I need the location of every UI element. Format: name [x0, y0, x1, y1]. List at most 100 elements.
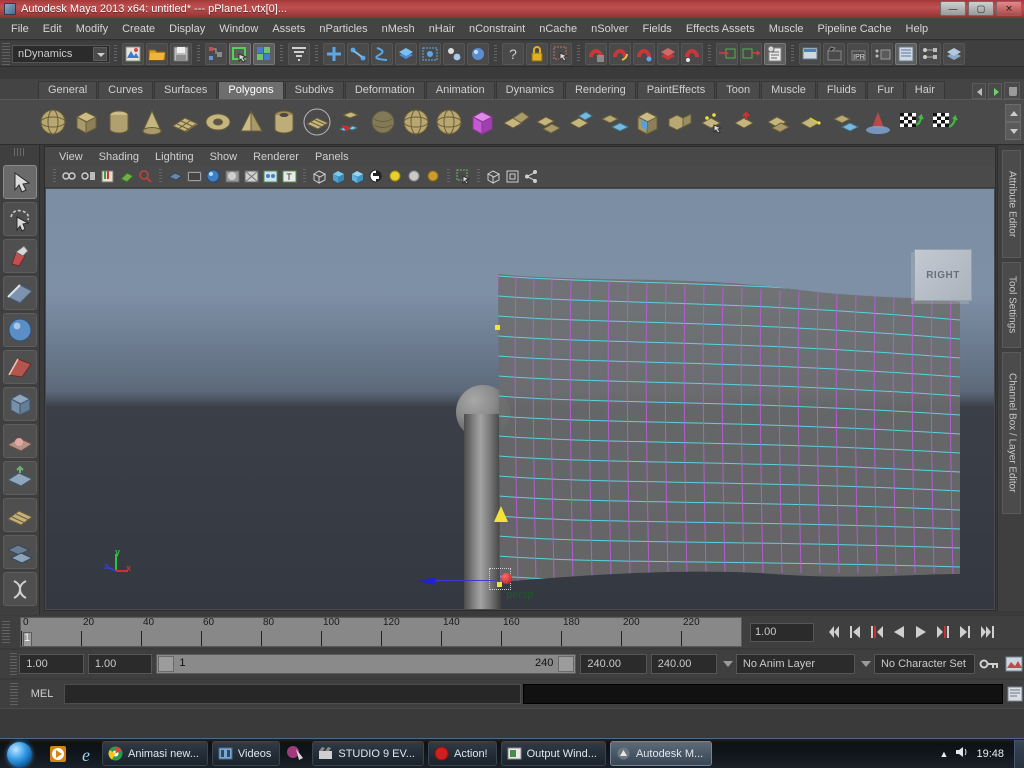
poly-smooth-icon[interactable]: [830, 107, 861, 138]
xray-display-icon[interactable]: [485, 168, 502, 185]
select-by-component-icon[interactable]: [253, 42, 275, 65]
poly-extrude-icon[interactable]: [599, 107, 630, 138]
key-icon[interactable]: [979, 654, 1001, 674]
resolution-gate-icon[interactable]: [205, 168, 222, 185]
shelf-tab-dynamics[interactable]: Dynamics: [495, 81, 564, 99]
status-line-gripper[interactable]: [2, 42, 10, 65]
maximize-button[interactable]: ▢: [968, 1, 994, 16]
menu-display[interactable]: Display: [162, 20, 212, 38]
shelf-tab-curves[interactable]: Curves: [98, 81, 153, 99]
menu-muscle[interactable]: Muscle: [762, 20, 811, 38]
film-gate-icon[interactable]: [186, 168, 203, 185]
menu-pipeline-cache[interactable]: Pipeline Cache: [811, 20, 899, 38]
poly-bridge-icon[interactable]: [665, 107, 696, 138]
manipulator-center-handle[interactable]: [501, 573, 512, 584]
poly-helix-icon[interactable]: [368, 107, 399, 138]
magnet-plane-icon[interactable]: [657, 42, 679, 65]
menu-ncache[interactable]: nCache: [532, 20, 584, 38]
menu-window[interactable]: Window: [212, 20, 265, 38]
command-language-label[interactable]: MEL: [20, 688, 64, 700]
poly-split-icon[interactable]: [764, 107, 795, 138]
cloth-mesh[interactable]: [454, 274, 962, 594]
shelf-tab-muscle[interactable]: Muscle: [761, 81, 816, 99]
all-lights-icon[interactable]: [406, 168, 423, 185]
poly-merge-icon[interactable]: [731, 107, 762, 138]
manipulator-x-axis[interactable]: [418, 577, 496, 585]
menu-help[interactable]: Help: [899, 20, 936, 38]
layout-single-pane-icon[interactable]: [2, 572, 37, 606]
isolate-select-icon[interactable]: [455, 168, 472, 185]
shelf-tab-deformation[interactable]: Deformation: [344, 81, 425, 99]
internet-explorer-icon[interactable]: e: [73, 741, 99, 767]
shelf-tab-rendering[interactable]: Rendering: [564, 81, 636, 99]
two-d-pan-zoom-icon[interactable]: [137, 168, 154, 185]
render-layers-icon[interactable]: [943, 42, 965, 65]
poly-torus-icon[interactable]: [203, 107, 234, 138]
viewport-menu-renderer[interactable]: Renderer: [245, 149, 307, 165]
character-set-selector[interactable]: No Character Set: [873, 654, 975, 674]
use-default-light-icon[interactable]: [387, 168, 404, 185]
animation-start-time-field[interactable]: 1.00: [19, 654, 84, 674]
poly-append-icon[interactable]: [698, 107, 729, 138]
shelf-tab-polygons[interactable]: Polygons: [218, 81, 284, 99]
step-forward-frame-icon[interactable]: [934, 622, 952, 642]
layout-persp-outliner-icon[interactable]: [2, 535, 37, 569]
range-end-time-field[interactable]: 240.00: [580, 654, 647, 674]
poly-triangulate-icon[interactable]: [863, 107, 894, 138]
shelf-tab-fur[interactable]: Fur: [867, 81, 904, 99]
select-mask-icon[interactable]: [288, 42, 310, 65]
render-view-icon[interactable]: [799, 42, 821, 65]
current-time-field[interactable]: 1.00: [750, 622, 814, 642]
select-tool-icon[interactable]: [550, 42, 572, 65]
menu-create[interactable]: Create: [115, 20, 162, 38]
volume-icon[interactable]: [954, 744, 970, 763]
poly-cone-icon[interactable]: [137, 107, 168, 138]
tab-channel-box[interactable]: Channel Box / Layer Editor: [1001, 352, 1021, 514]
smooth-shading-icon[interactable]: [330, 168, 347, 185]
lock-icon[interactable]: [526, 42, 548, 65]
render-region-icon[interactable]: [871, 42, 893, 65]
menu-nconstraint[interactable]: nConstraint: [462, 20, 532, 38]
go-to-start-icon[interactable]: [824, 622, 842, 642]
play-backwards-icon[interactable]: [890, 622, 908, 642]
magnet-view-icon[interactable]: [681, 42, 703, 65]
select-tool[interactable]: [2, 165, 37, 199]
animation-end-time-field[interactable]: 240.00: [650, 654, 718, 674]
new-scene-icon[interactable]: [122, 42, 144, 65]
3d-viewport[interactable]: RIGHT y x z persp: [46, 189, 994, 609]
shelf-prev-icon[interactable]: [972, 82, 986, 99]
shelf-tab-surfaces[interactable]: Surfaces: [153, 81, 218, 99]
ipr-render-icon[interactable]: IPR: [847, 42, 869, 65]
chevron-down-icon[interactable]: [93, 46, 107, 61]
image-plane-icon[interactable]: [118, 168, 135, 185]
shelf-scroll-up-icon[interactable]: [1005, 104, 1021, 122]
taskbar-item-autodesk-maya[interactable]: Autodesk M...: [609, 741, 713, 766]
scale-tool[interactable]: [2, 350, 37, 384]
poly-cube-icon[interactable]: [71, 107, 102, 138]
poly-booleans-icon[interactable]: [566, 107, 597, 138]
show-manipulator-tool[interactable]: [2, 461, 37, 495]
viewport-menu-show[interactable]: Show: [202, 149, 246, 165]
snap-to-view-plane-icon[interactable]: [419, 42, 441, 65]
magnet-point-icon[interactable]: [633, 42, 655, 65]
snap-to-point-icon[interactable]: [371, 42, 393, 65]
texture-mode-icon[interactable]: T: [281, 168, 298, 185]
taskbar-item-videos[interactable]: Videos: [211, 741, 281, 766]
step-forward-key-icon[interactable]: [956, 622, 974, 642]
select-by-rendering-icon[interactable]: [443, 42, 465, 65]
poly-bevel-icon[interactable]: [632, 107, 663, 138]
camera-attributes-icon[interactable]: [80, 168, 97, 185]
taskbar-item-studio9[interactable]: STUDIO 9 EV...: [312, 741, 424, 766]
universal-manipulator-tool[interactable]: [2, 387, 37, 421]
range-left-handle[interactable]: [158, 656, 175, 672]
range-gripper[interactable]: [10, 653, 18, 675]
smooth-shaded-textured-icon[interactable]: [349, 168, 366, 185]
shadows-icon[interactable]: [425, 168, 442, 185]
toolbox-gripper[interactable]: [14, 148, 26, 156]
poly-disc-icon[interactable]: [302, 107, 333, 138]
shelf-tab-general[interactable]: General: [38, 81, 98, 99]
snap-to-projected-center-icon[interactable]: [395, 42, 417, 65]
lasso-select-tool[interactable]: [2, 202, 37, 236]
menu-edit[interactable]: Edit: [36, 20, 69, 38]
shelf-tab-toon[interactable]: Toon: [716, 81, 761, 99]
